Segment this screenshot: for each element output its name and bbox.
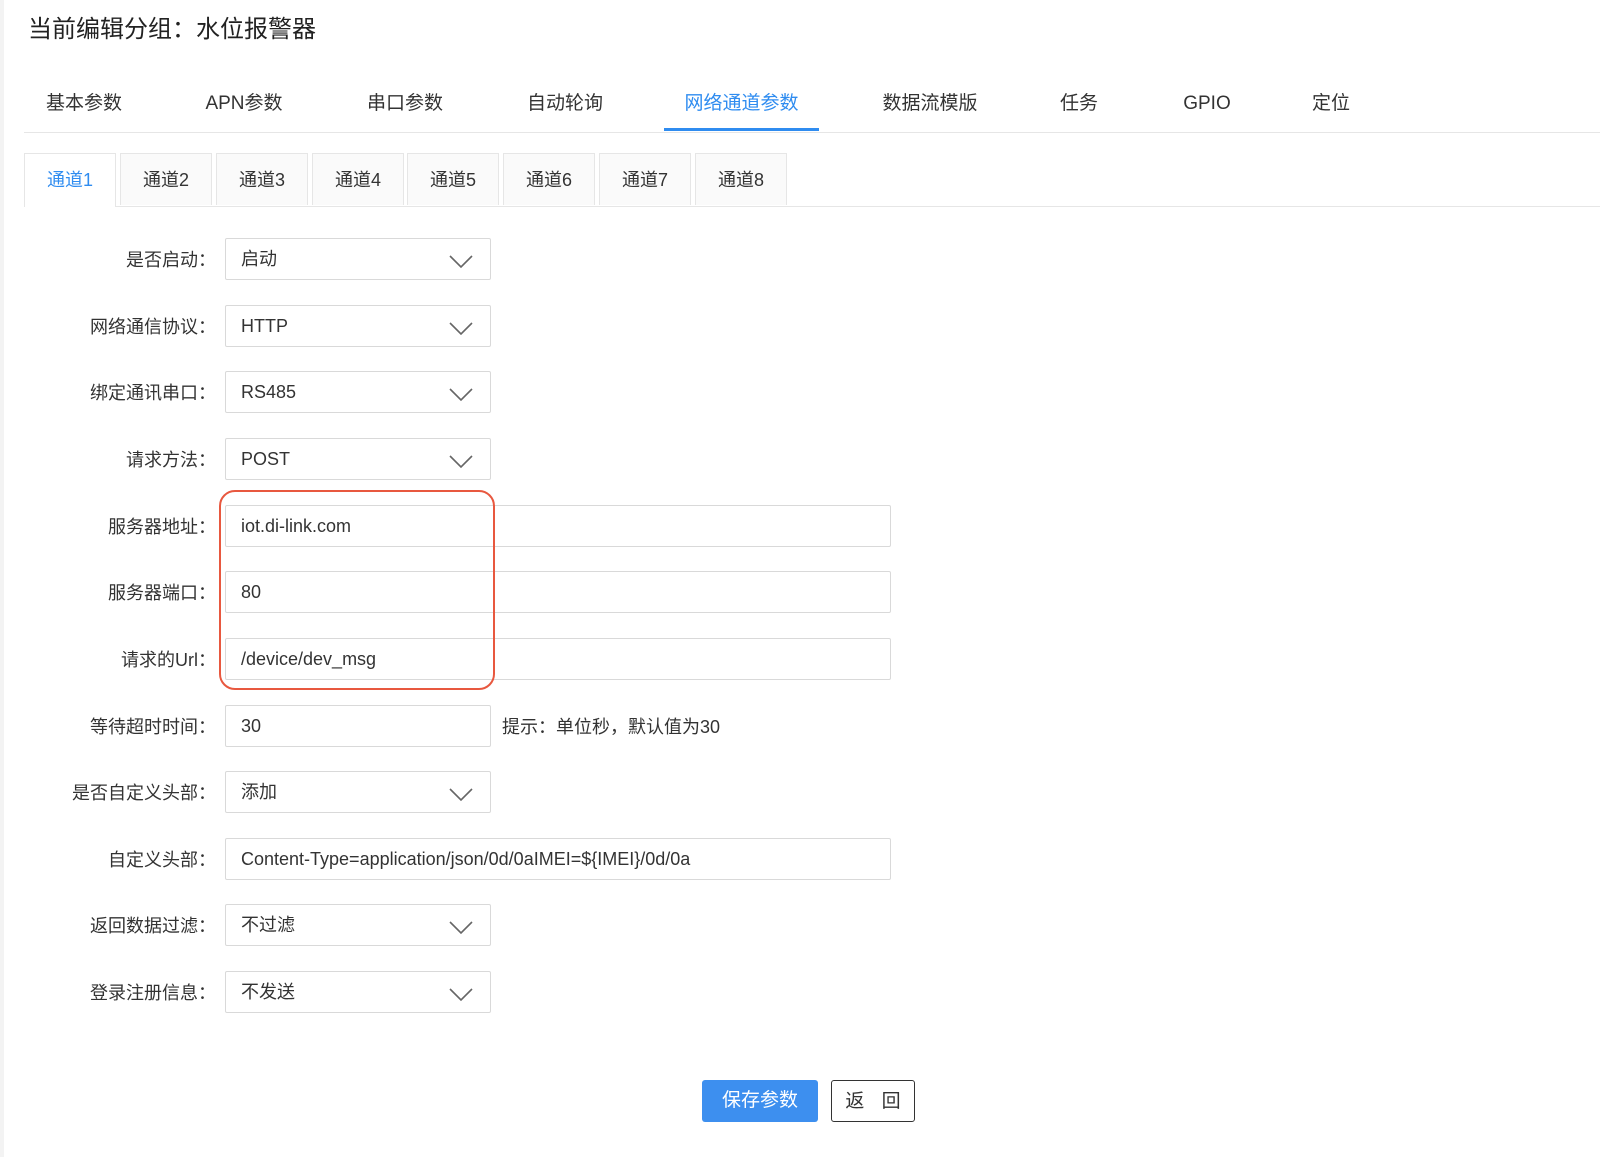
protocol-label: 网络通信协议：: [90, 317, 216, 337]
tab-gpio[interactable]: GPIO: [1172, 80, 1242, 131]
form-row-serial-port: 绑定通讯串口： RS485: [0, 371, 1600, 415]
chevron-down-icon: [449, 788, 473, 802]
protocol-value: HTTP: [241, 316, 288, 336]
server-port-input[interactable]: [226, 572, 890, 612]
enabled-value: 启动: [241, 249, 277, 269]
main-tabs: 基本参数 APN参数 串口参数 自动轮询 网络通道参数 数据流模版 任务 GPI…: [24, 80, 1600, 133]
form-row-custom-header-enabled: 是否自定义头部： 添加: [0, 771, 1600, 815]
tab-data-stream-template[interactable]: 数据流模版: [874, 80, 986, 131]
method-select[interactable]: POST: [225, 438, 491, 480]
tab-apn-params[interactable]: APN参数: [186, 80, 302, 131]
save-params-button[interactable]: 保存参数: [702, 1080, 818, 1122]
tab-channel-8[interactable]: 通道8: [695, 153, 787, 205]
method-label: 请求方法：: [126, 450, 216, 470]
form-row-response-filter: 返回数据过滤： 不过滤: [0, 904, 1600, 948]
form-row-method: 请求方法： POST: [0, 438, 1600, 482]
chevron-down-icon: [449, 388, 473, 402]
request-url-label: 请求的Url：: [121, 650, 216, 670]
custom-header-input[interactable]: [226, 839, 890, 879]
custom-header-enabled-label: 是否自定义头部：: [72, 783, 216, 803]
protocol-select[interactable]: HTTP: [225, 305, 491, 347]
timeout-hint: 提示：单位秒，默认值为30: [502, 717, 721, 737]
tab-serial-params[interactable]: 串口参数: [350, 80, 460, 131]
chevron-down-icon: [449, 255, 473, 269]
enabled-select[interactable]: 启动: [225, 238, 491, 280]
custom-header-field: [225, 838, 891, 880]
tab-channel-1[interactable]: 通道1: [24, 153, 116, 207]
response-filter-label: 返回数据过滤：: [90, 916, 216, 936]
server-port-label: 服务器端口：: [108, 583, 216, 603]
method-value: POST: [241, 449, 291, 469]
timeout-label: 等待超时时间：: [90, 717, 216, 737]
chevron-down-icon: [449, 921, 473, 935]
login-info-label: 登录注册信息：: [90, 983, 216, 1003]
enabled-label: 是否启动：: [126, 250, 216, 270]
request-url-input[interactable]: [226, 639, 890, 679]
server-port-field: [225, 571, 891, 613]
form-row-timeout: 等待超时时间： 提示：单位秒，默认值为30: [0, 705, 1600, 749]
timeout-field: [225, 705, 491, 747]
form-row-server-port: 服务器端口：: [0, 571, 1600, 615]
form-row-request-url: 请求的Url：: [0, 638, 1600, 682]
server-address-label: 服务器地址：: [108, 517, 216, 537]
tab-channel-2[interactable]: 通道2: [120, 153, 212, 205]
form-row-custom-header: 自定义头部：: [0, 838, 1600, 882]
timeout-input[interactable]: [226, 706, 490, 746]
login-info-select[interactable]: 不发送: [225, 971, 491, 1013]
tab-channel-4[interactable]: 通道4: [312, 153, 404, 205]
tab-network-channel-params[interactable]: 网络通道参数: [664, 80, 819, 131]
back-button[interactable]: 返 回: [831, 1080, 915, 1122]
server-address-field: [225, 505, 891, 547]
response-filter-value: 不过滤: [241, 915, 295, 935]
request-url-field: [225, 638, 891, 680]
channel-tabs: 通道1 通道2 通道3 通道4 通道5 通道6 通道7 通道8: [24, 153, 1600, 207]
custom-header-enabled-select[interactable]: 添加: [225, 771, 491, 813]
login-info-value: 不发送: [241, 982, 295, 1002]
chevron-down-icon: [449, 988, 473, 1002]
tab-tasks[interactable]: 任务: [1048, 80, 1110, 131]
custom-header-enabled-value: 添加: [241, 782, 277, 802]
response-filter-select[interactable]: 不过滤: [225, 904, 491, 946]
custom-header-label: 自定义头部：: [108, 850, 216, 870]
tab-channel-5[interactable]: 通道5: [407, 153, 499, 205]
page-title: 当前编辑分组：水位报警器: [28, 16, 316, 43]
form-row-protocol: 网络通信协议： HTTP: [0, 305, 1600, 349]
tab-channel-3[interactable]: 通道3: [216, 153, 308, 205]
serial-port-select[interactable]: RS485: [225, 371, 491, 413]
tab-basic-params[interactable]: 基本参数: [24, 80, 144, 131]
form-row-login-info: 登录注册信息： 不发送: [0, 971, 1600, 1015]
server-address-input[interactable]: [226, 506, 890, 546]
chevron-down-icon: [449, 455, 473, 469]
tab-auto-polling[interactable]: 自动轮询: [510, 80, 620, 131]
form-row-enabled: 是否启动： 启动: [0, 238, 1600, 282]
serial-port-value: RS485: [241, 382, 297, 402]
form-row-server-address: 服务器地址：: [0, 505, 1600, 549]
tab-channel-6[interactable]: 通道6: [503, 153, 595, 205]
tab-location[interactable]: 定位: [1300, 80, 1362, 131]
tab-channel-7[interactable]: 通道7: [599, 153, 691, 205]
chevron-down-icon: [449, 322, 473, 336]
serial-port-label: 绑定通讯串口：: [90, 383, 216, 403]
